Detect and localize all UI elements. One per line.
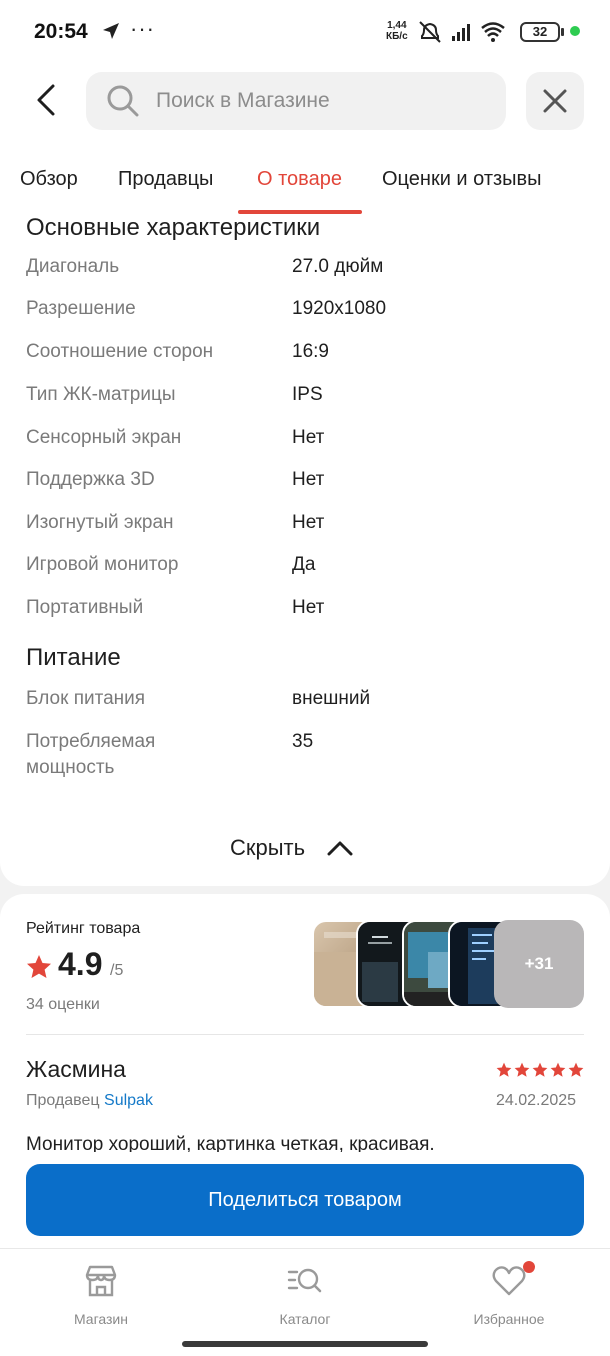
- search-input[interactable]: [156, 86, 486, 116]
- more-photos-button[interactable]: +31: [494, 920, 584, 1008]
- battery-level: 32: [520, 22, 560, 42]
- spec-label: Блок питания: [26, 688, 146, 709]
- store-icon: [85, 1265, 117, 1297]
- star-icon: [27, 955, 51, 978]
- review-text: Монитор хороший, картинка четкая, красив…: [26, 1134, 435, 1152]
- search-bar[interactable]: [86, 72, 506, 130]
- divider: [26, 1034, 584, 1035]
- rating-title: Рейтинг товара: [26, 920, 141, 937]
- rating-value: 4.9: [58, 946, 103, 982]
- nav-item-favorites[interactable]: Избранное: [449, 1261, 569, 1327]
- network-speed-unit: КБ/с: [386, 31, 408, 42]
- review-date: 24.02.2025: [496, 1092, 577, 1109]
- review-author: Жасмина: [26, 1056, 126, 1082]
- spec-value: внешний: [292, 688, 371, 709]
- gesture-home-bar[interactable]: [182, 1341, 428, 1347]
- tab-overview[interactable]: Обзор: [20, 168, 78, 191]
- favorites-notification-dot: [523, 1261, 535, 1273]
- tab-ratings-reviews[interactable]: Оценки и отзывы: [382, 168, 542, 191]
- seller-prefix: Продавец: [26, 1092, 100, 1109]
- nav-label-catalog: Каталог: [279, 1311, 331, 1327]
- specifications-card: Основные характеристики Диагональ 27.0 д…: [0, 214, 610, 886]
- nav-item-catalog[interactable]: Каталог: [245, 1263, 365, 1327]
- spec-label: Сенсорный экран: [26, 427, 182, 448]
- spec-value: Нет: [292, 597, 325, 618]
- spec-value: Да: [292, 554, 316, 575]
- spec-value: Нет: [292, 512, 325, 533]
- section-title-power: Питание: [26, 644, 121, 671]
- spec-value: 35: [292, 731, 314, 752]
- spec-label: Портативный: [26, 597, 144, 618]
- navigation-arrow-icon: [103, 23, 119, 39]
- spec-label: Изогнутый экран: [26, 512, 174, 533]
- spec-value: Нет: [292, 427, 325, 448]
- top-app-bar: [0, 64, 610, 144]
- status-more-indicator: ···: [130, 16, 155, 41]
- bottom-navigation: Магазин Каталог Избранное: [0, 1248, 610, 1356]
- spec-value: 1920x1080: [292, 298, 387, 319]
- nav-item-store[interactable]: Магазин: [41, 1263, 161, 1327]
- nav-label-favorites: Избранное: [473, 1311, 545, 1327]
- review-stars: [496, 1062, 584, 1078]
- star-icon: [532, 1062, 548, 1077]
- star-icon: [550, 1062, 566, 1077]
- spec-label: Разрешение: [26, 298, 136, 319]
- tab-sellers[interactable]: Продавцы: [118, 168, 213, 191]
- muted-bell-icon: [419, 21, 441, 43]
- rating-count: 34 оценки: [26, 996, 100, 1013]
- status-icons: [419, 21, 505, 43]
- nav-label-store: Магазин: [73, 1311, 128, 1327]
- close-button[interactable]: [526, 72, 584, 130]
- status-time: 20:54: [34, 20, 88, 43]
- rating-card: Рейтинг товара 4.9 /5 34 оценки +31 Жасм…: [0, 894, 610, 1256]
- tab-about-product[interactable]: О товаре: [257, 168, 342, 191]
- spec-label: Потребляемая мощность: [26, 731, 156, 778]
- signal-icon: [452, 24, 470, 41]
- chevron-left-icon: [37, 84, 55, 116]
- spec-value: Нет: [292, 469, 325, 490]
- catalog-search-icon: [287, 1268, 322, 1293]
- hide-specs-label: Скрыть: [230, 835, 306, 860]
- heart-icon: [492, 1266, 526, 1296]
- chevron-up-icon: [327, 841, 353, 856]
- star-icon: [496, 1062, 512, 1077]
- rating-max: /5: [110, 962, 124, 979]
- spec-value: IPS: [292, 384, 323, 405]
- wifi-icon: [481, 22, 505, 42]
- privacy-indicator-dot: [570, 26, 580, 36]
- share-product-button[interactable]: Поделиться товаром: [26, 1164, 584, 1236]
- spec-label: Поддержка 3D: [26, 469, 155, 490]
- spec-label: Диагональ: [26, 256, 120, 277]
- star-icon: [568, 1062, 584, 1077]
- back-button[interactable]: [24, 78, 68, 122]
- spec-value: 16:9: [292, 341, 329, 362]
- spec-label: Соотношение сторон: [26, 341, 214, 362]
- battery-tip: [561, 28, 564, 36]
- search-icon: [107, 85, 139, 117]
- close-icon: [543, 89, 567, 113]
- product-tabs: Обзор Продавцы О товаре Оценки и отзывы: [0, 144, 610, 214]
- star-icon: [514, 1062, 530, 1077]
- network-speed-value: 1,44: [387, 20, 407, 31]
- review-seller: Продавец Sulpak: [26, 1092, 153, 1110]
- spec-value: 27.0 дюйм: [292, 256, 384, 277]
- network-speed: 1,44 КБ/с: [386, 20, 408, 42]
- seller-link[interactable]: Sulpak: [104, 1092, 153, 1109]
- hide-specs-button[interactable]: Скрыть: [230, 830, 353, 866]
- status-bar: 20:54 ··· 1,44 КБ/с 32: [0, 0, 610, 64]
- section-title-main: Основные характеристики: [26, 214, 321, 241]
- spec-label: Тип ЖК-матрицы: [26, 384, 176, 405]
- spec-label: Игровой монитор: [26, 554, 179, 575]
